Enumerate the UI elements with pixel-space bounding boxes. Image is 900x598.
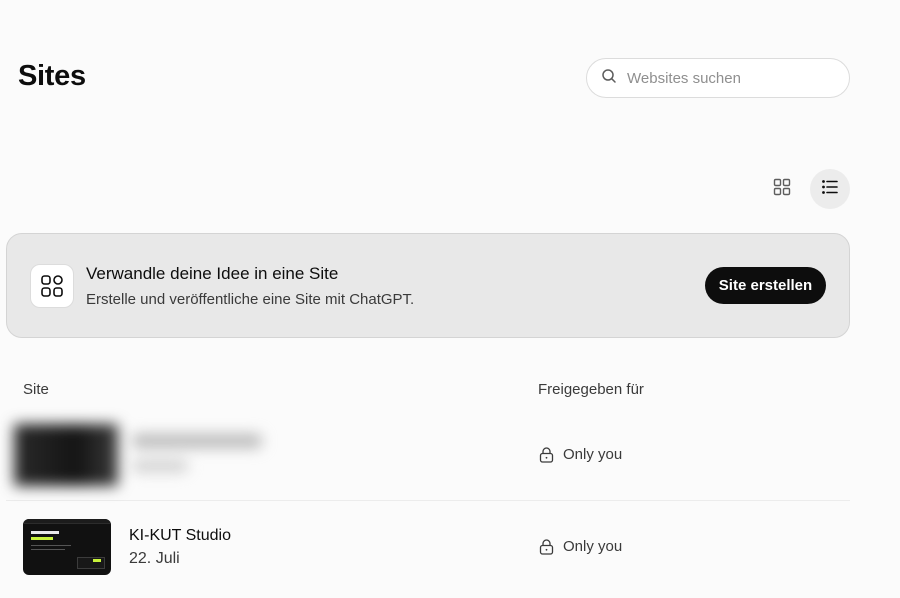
banner-subtitle: Erstelle und veröffentliche eine Site mi…: [86, 291, 415, 308]
blurred-site-preview: [14, 424, 262, 486]
sharing-label: Only you: [563, 538, 623, 555]
list-view-button[interactable]: [810, 169, 850, 209]
site-thumbnail: [23, 519, 111, 575]
sharing-status: Only you: [539, 446, 622, 463]
create-site-button[interactable]: Site erstellen: [705, 267, 826, 304]
column-header-site: Site: [23, 381, 49, 398]
grid-view-icon: [772, 177, 792, 202]
banner-title: Verwandle deine Idee in eine Site: [86, 264, 339, 283]
table-row[interactable]: Only you: [6, 410, 850, 501]
grid-view-button[interactable]: [762, 169, 802, 209]
site-date: 22. Juli: [129, 550, 180, 567]
search-icon: [601, 68, 617, 89]
sharing-label: Only you: [563, 446, 623, 463]
lock-icon: [539, 538, 554, 555]
create-site-banner: Verwandle deine Idee in eine Site Erstel…: [6, 233, 850, 338]
page-title: Sites: [18, 60, 86, 92]
site-name[interactable]: KI-KUT Studio: [129, 527, 231, 545]
sites-app-icon: [30, 264, 74, 308]
list-view-icon: [820, 177, 840, 202]
search-input[interactable]: [627, 69, 837, 87]
table-row[interactable]: KI-KUT Studio 22. Juli Only you: [6, 501, 850, 592]
lock-icon: [539, 446, 554, 463]
column-header-shared-with: Freigegeben für: [538, 381, 644, 398]
search-box[interactable]: [586, 58, 850, 98]
sharing-status: Only you: [539, 538, 622, 555]
